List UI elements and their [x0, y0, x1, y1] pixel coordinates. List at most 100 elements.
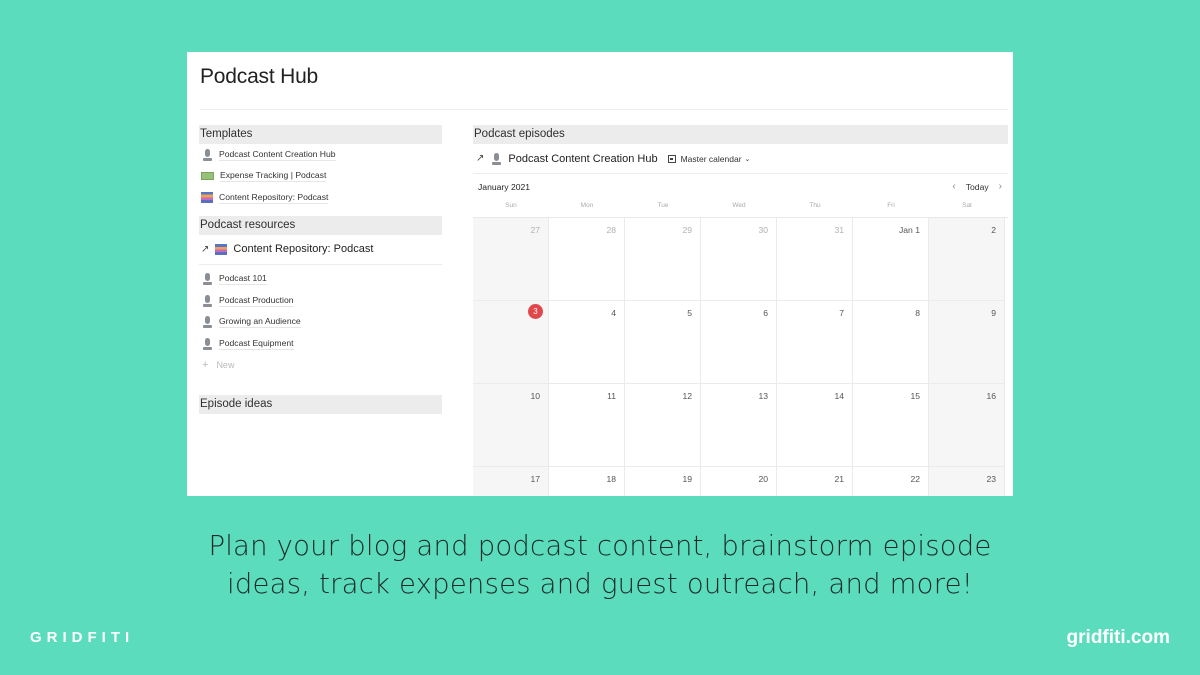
- day-number: 8: [915, 308, 920, 318]
- day-number: 11: [607, 391, 616, 401]
- brand-logo: GRIDFITI: [30, 629, 135, 646]
- calendar-day-cell[interactable]: 28: [549, 218, 625, 301]
- calendar-day-cell[interactable]: 14: [777, 384, 853, 467]
- day-number: 14: [834, 391, 844, 401]
- money-icon: [201, 172, 214, 181]
- calendar-day-cell[interactable]: Jan 1: [853, 218, 929, 301]
- calendar-day-cell[interactable]: 19: [625, 467, 701, 496]
- calendar-day-cell[interactable]: 30: [701, 218, 777, 301]
- day-number: 21: [834, 474, 844, 484]
- calendar-day-cell[interactable]: 18: [549, 467, 625, 496]
- new-label: New: [216, 360, 235, 370]
- day-number: 9: [991, 308, 996, 318]
- day-number: 28: [606, 225, 616, 235]
- brand-url[interactable]: gridfiti.com: [1067, 627, 1170, 649]
- template-item[interactable]: Podcast Content Creation Hub: [199, 144, 442, 166]
- linked-arrow-icon: ↗: [201, 243, 210, 255]
- day-number: 18: [606, 474, 616, 484]
- calendar-day-cell[interactable]: 3: [473, 301, 549, 384]
- calendar-day-cell[interactable]: 15: [853, 384, 929, 467]
- calendar-day-cell[interactable]: 12: [625, 384, 701, 467]
- plus-icon: +: [202, 359, 209, 371]
- day-number: 23: [986, 474, 996, 484]
- month-row: January 2021 ‹ Today ›: [473, 174, 1008, 199]
- weekday-label: Fri: [887, 202, 895, 209]
- calendar-day-cell[interactable]: 2: [929, 218, 1005, 301]
- calendar-day-cell[interactable]: 29: [625, 218, 701, 301]
- books-icon: [215, 243, 228, 255]
- day-number: 29: [682, 225, 692, 235]
- microphone-icon: [203, 148, 212, 161]
- calendar-nav: ‹ Today ›: [952, 181, 1008, 192]
- calendar-grid: 27 28 29 30 31 Jan 1 2 3 4 5 6 7 8 9 10 11 12 13 14 15 16 17 1…: [473, 217, 1008, 496]
- weekday-label: Sun: [505, 202, 517, 209]
- linked-database-content-repository[interactable]: ↗ Content Repository: Podcast: [199, 235, 442, 265]
- resource-item[interactable]: Growing an Audience: [199, 312, 442, 334]
- day-number: 30: [758, 225, 768, 235]
- calendar-day-cell[interactable]: 23: [929, 467, 1005, 496]
- weekday-label: Wed: [732, 202, 746, 209]
- new-resource-button[interactable]: + New: [199, 355, 442, 376]
- template-item[interactable]: Expense Tracking | Podcast: [199, 166, 442, 188]
- notion-page-panel: Podcast Hub Templates Podcast Content Cr…: [187, 52, 1013, 496]
- calendar-day-cell[interactable]: 13: [701, 384, 777, 467]
- microphone-icon: [203, 273, 212, 286]
- resource-item[interactable]: Podcast Equipment: [199, 333, 442, 355]
- weekday-label: Thu: [809, 202, 821, 209]
- day-number: 17: [530, 474, 540, 484]
- microphone-icon: [203, 294, 212, 307]
- microphone-icon: [203, 316, 212, 329]
- template-item[interactable]: Content Repository: Podcast: [199, 187, 442, 209]
- calendar-day-cell[interactable]: 31: [777, 218, 853, 301]
- day-number: 22: [910, 474, 920, 484]
- day-number: 5: [687, 308, 692, 318]
- microphone-icon: [203, 337, 212, 350]
- calendar-day-cell[interactable]: 16: [929, 384, 1005, 467]
- episode-ideas-heading: Episode ideas: [199, 394, 442, 414]
- calendar-day-cell[interactable]: 11: [549, 384, 625, 467]
- today-badge: 3: [528, 304, 543, 319]
- day-number: 7: [839, 308, 844, 318]
- next-month-button[interactable]: ›: [999, 181, 1002, 192]
- calendar-day-cell[interactable]: 10: [473, 384, 549, 467]
- caption: Plan your blog and podcast content, brai…: [0, 527, 1200, 603]
- calendar-day-cell[interactable]: 6: [701, 301, 777, 384]
- calendar-day-cell[interactable]: 17: [473, 467, 549, 496]
- calendar-header: ↗ Podcast Content Creation Hub Master ca…: [473, 144, 1008, 174]
- resource-item[interactable]: Podcast Production: [199, 290, 442, 312]
- resource-item[interactable]: Podcast 101: [199, 269, 442, 291]
- books-icon: [201, 192, 213, 204]
- weekday-label: Sat: [962, 202, 972, 209]
- calendar-day-cell[interactable]: 4: [549, 301, 625, 384]
- resource-item-label: Podcast 101: [219, 273, 267, 286]
- linked-database-title[interactable]: Podcast Content Creation Hub: [508, 153, 657, 165]
- today-button[interactable]: Today: [966, 182, 989, 192]
- caption-line: Plan your blog and podcast content, brai…: [208, 530, 992, 562]
- resource-item-label: Podcast Equipment: [219, 337, 294, 350]
- weekday-header: Sun Mon Tue Wed Thu Fri Sat: [473, 199, 1008, 217]
- caption-line: ideas, track expenses and guest outreach…: [227, 568, 973, 600]
- view-label: Master calendar: [680, 153, 742, 164]
- view-selector[interactable]: Master calendar ⌄: [667, 153, 751, 164]
- chevron-down-icon: ⌄: [744, 155, 751, 163]
- page-title: Podcast Hub: [200, 65, 319, 88]
- calendar-day-cell[interactable]: 5: [625, 301, 701, 384]
- calendar-day-cell[interactable]: 9: [929, 301, 1005, 384]
- calendar-icon: [667, 154, 676, 163]
- calendar-day-cell[interactable]: 27: [473, 218, 549, 301]
- right-column: Podcast episodes ↗ Podcast Content Creat…: [473, 125, 1008, 496]
- prev-month-button[interactable]: ‹: [952, 181, 955, 192]
- calendar-day-cell[interactable]: 7: [777, 301, 853, 384]
- linked-database-title: Content Repository: Podcast: [233, 243, 374, 255]
- day-number: 31: [834, 225, 844, 235]
- calendar-day-cell[interactable]: 8: [853, 301, 929, 384]
- template-item-label: Content Repository: Podcast: [219, 191, 329, 204]
- template-item-label: Expense Tracking | Podcast: [220, 170, 327, 183]
- day-number: 20: [758, 474, 768, 484]
- day-number: 19: [682, 474, 692, 484]
- day-number: 12: [682, 391, 692, 401]
- day-number: 16: [986, 391, 996, 401]
- calendar-day-cell[interactable]: 20: [701, 467, 777, 496]
- calendar-day-cell[interactable]: 22: [853, 467, 929, 496]
- calendar-day-cell[interactable]: 21: [777, 467, 853, 496]
